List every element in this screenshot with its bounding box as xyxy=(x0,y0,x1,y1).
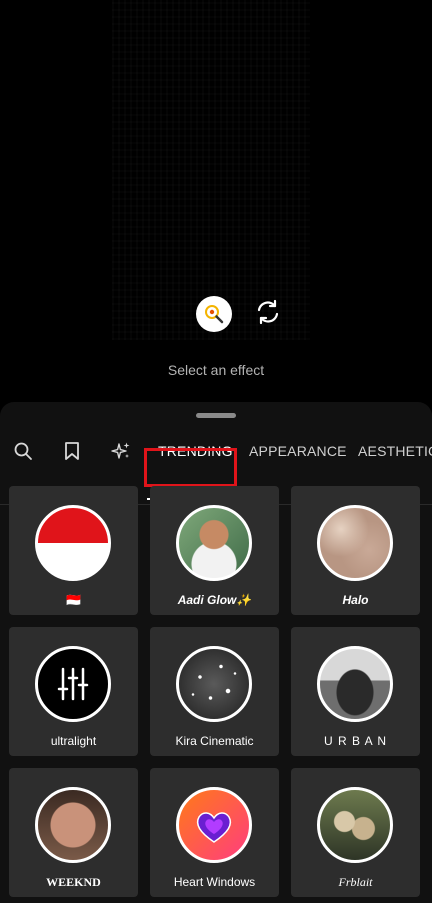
camera-viewfinder: Select an effect xyxy=(0,0,432,402)
sheet-drag-handle[interactable] xyxy=(196,413,236,418)
group-photo-thumbnail xyxy=(317,787,393,863)
effect-card[interactable]: ultralight xyxy=(9,627,138,756)
bookmark-icon xyxy=(65,442,79,460)
effect-label: Kira Cinematic xyxy=(175,734,254,748)
hearts-thumbnail xyxy=(176,787,252,863)
indonesia-flag-thumbnail xyxy=(35,505,111,581)
car-thumbnail xyxy=(317,646,393,722)
face-thumbnail xyxy=(35,787,111,863)
effect-label: Frblait xyxy=(338,875,373,889)
effect-card[interactable]: Kira Cinematic xyxy=(150,627,279,756)
magnifier-icon xyxy=(205,305,224,324)
effect-label: Halo xyxy=(342,593,369,607)
sparkle-thumbnail xyxy=(176,646,252,722)
effect-label: WEEKND xyxy=(46,875,101,889)
effect-search-button[interactable] xyxy=(196,296,232,332)
search-icon xyxy=(14,442,32,460)
effect-card[interactable]: 🇮🇩 xyxy=(9,486,138,615)
effect-label: ultralight xyxy=(50,734,97,748)
equalizer-sliders-icon xyxy=(57,667,89,701)
effects-sheet: TRENDING APPEARANCE AESTHETIC 🇮🇩 Aadi Gl… xyxy=(0,402,432,903)
equalizer-thumbnail xyxy=(35,646,111,722)
tab-appearance[interactable]: APPEARANCE xyxy=(249,443,347,459)
effect-label: Aadi Glow✨ xyxy=(177,593,252,607)
effect-label: 🇮🇩 xyxy=(66,593,81,607)
select-effect-hint: Select an effect xyxy=(167,362,265,378)
heart-icon xyxy=(196,812,232,843)
search-tab[interactable] xyxy=(12,440,34,462)
tab-highlight-box xyxy=(144,448,237,487)
saved-tab[interactable] xyxy=(61,440,83,462)
effect-card[interactable]: Aadi Glow✨ xyxy=(150,486,279,615)
effect-card[interactable]: Halo xyxy=(291,486,420,615)
tab-aesthetic[interactable]: AESTHETIC xyxy=(358,443,432,459)
effect-card[interactable]: Frblait xyxy=(291,768,420,897)
new-effects-tab[interactable] xyxy=(110,440,132,462)
camera-preview-noise xyxy=(112,0,310,340)
effect-label: Heart Windows xyxy=(173,875,256,889)
portrait-thumbnail xyxy=(176,505,252,581)
effect-card[interactable]: Heart Windows xyxy=(150,768,279,897)
effect-card[interactable]: U R B A N xyxy=(291,627,420,756)
flip-camera-button[interactable] xyxy=(252,296,284,328)
effect-card[interactable]: WEEKND xyxy=(9,768,138,897)
effect-label: U R B A N xyxy=(323,734,388,748)
sparkles-icon xyxy=(111,442,130,459)
effect-category-tabs: TRENDING APPEARANCE AESTHETIC xyxy=(0,426,432,505)
flip-camera-icon xyxy=(257,299,279,325)
texture-thumbnail xyxy=(317,505,393,581)
